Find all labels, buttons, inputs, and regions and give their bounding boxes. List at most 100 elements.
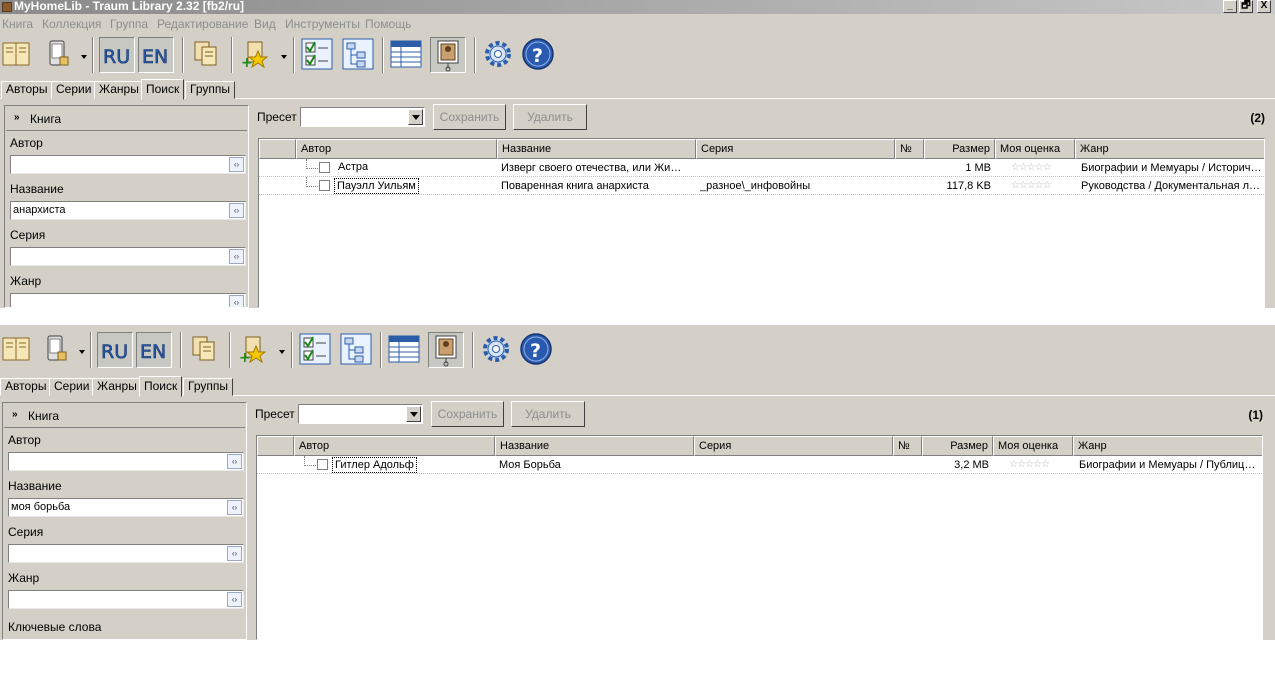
check-list-icon[interactable]	[300, 37, 336, 73]
tab-series[interactable]: Серии	[49, 378, 95, 396]
row-author: Астра	[338, 161, 369, 173]
en-language-icon[interactable]: EN	[136, 332, 172, 368]
settings-gear-icon[interactable]	[479, 332, 515, 368]
copy-icon[interactable]	[188, 332, 224, 368]
column-size[interactable]: Размер	[924, 139, 995, 159]
tab-search[interactable]: Поиск	[141, 79, 185, 100]
genre-field[interactable]: ‹›	[8, 590, 244, 609]
author-field[interactable]: ‹›	[8, 452, 244, 471]
tab-groups[interactable]: Группы	[183, 378, 233, 396]
column-size[interactable]: Размер	[922, 436, 993, 456]
help-icon[interactable]: ?	[519, 332, 555, 368]
rating-stars-icon[interactable]: ☆☆☆☆☆	[1009, 456, 1050, 474]
add-favorite-icon[interactable]: +	[238, 37, 274, 73]
menu-book[interactable]: Книга	[2, 17, 33, 31]
ru-language-icon[interactable]: RU	[97, 332, 133, 368]
save-button[interactable]: Сохранить	[431, 401, 504, 427]
tab-genres[interactable]: Жанры	[94, 81, 144, 99]
save-button[interactable]: Сохранить	[433, 104, 506, 130]
field-edit-icon[interactable]: ‹›	[229, 157, 244, 172]
tab-bar: Авторы Серии Жанры Поиск Группы	[0, 376, 1275, 397]
tab-search[interactable]: Поиск	[139, 376, 183, 397]
table-row[interactable]: Пауэлл Уильям Поваренная книга анархиста…	[259, 177, 1264, 195]
device-dropdown-icon[interactable]	[79, 350, 85, 354]
chevron-down-icon[interactable]	[408, 109, 423, 125]
settings-gear-icon[interactable]	[481, 37, 517, 73]
column-title[interactable]: Название	[497, 139, 696, 159]
tab-groups[interactable]: Группы	[185, 81, 235, 99]
column-rating[interactable]: Моя оценка	[993, 436, 1073, 456]
device-dropdown-icon[interactable]	[81, 55, 87, 59]
restore-button[interactable]: 🗗	[1239, 0, 1253, 13]
add-dropdown-icon[interactable]	[281, 55, 287, 59]
add-favorite-icon[interactable]: +	[236, 332, 272, 368]
tab-authors[interactable]: Авторы	[1, 81, 53, 99]
column-genre[interactable]: Жанр	[1073, 436, 1262, 456]
row-checkbox[interactable]	[319, 162, 330, 173]
en-language-icon[interactable]: EN	[138, 37, 174, 73]
row-genre: Руководства / Документальная л…	[1081, 180, 1261, 192]
title-field[interactable]: анархиста ‹›	[10, 201, 246, 220]
delete-button[interactable]: Удалить	[513, 104, 587, 130]
chevron-down-icon[interactable]	[406, 406, 421, 422]
author-field[interactable]: ‹›	[10, 155, 246, 174]
rating-stars-icon[interactable]: ☆☆☆☆☆	[1011, 159, 1052, 177]
copy-icon[interactable]	[190, 37, 226, 73]
field-edit-icon[interactable]: ‹›	[227, 592, 242, 607]
menu-edit[interactable]: Редактирование	[157, 17, 248, 31]
column-title[interactable]: Название	[495, 436, 694, 456]
table-view-icon[interactable]	[389, 37, 425, 73]
book-icon[interactable]	[0, 332, 36, 368]
field-edit-icon[interactable]: ‹›	[229, 295, 244, 307]
series-field[interactable]: ‹›	[8, 544, 244, 563]
table-row[interactable]: Астра Изверг своего отечества, или Жи… 1…	[259, 159, 1264, 177]
rating-stars-icon[interactable]: ☆☆☆☆☆	[1011, 177, 1052, 195]
minimize-button[interactable]: _	[1223, 0, 1237, 13]
ru-language-icon[interactable]: RU	[99, 37, 135, 73]
check-list-icon[interactable]	[298, 332, 334, 368]
column-number[interactable]: №	[895, 139, 924, 159]
delete-button[interactable]: Удалить	[511, 401, 585, 427]
column-rating[interactable]: Моя оценка	[995, 139, 1075, 159]
tab-series[interactable]: Серии	[51, 81, 97, 99]
field-edit-icon[interactable]: ‹›	[229, 203, 244, 218]
cover-view-icon[interactable]	[430, 37, 466, 73]
menu-group[interactable]: Группа	[110, 17, 148, 31]
device-icon[interactable]	[42, 332, 78, 368]
table-row[interactable]: Гитлер Адольф Моя Борьба 3,2 MB ☆☆☆☆☆ Би…	[257, 456, 1262, 474]
menu-collection[interactable]: Коллекция	[42, 17, 101, 31]
field-edit-icon[interactable]: ‹›	[227, 500, 242, 515]
preset-select[interactable]	[300, 107, 425, 127]
row-checkbox[interactable]	[319, 180, 330, 191]
field-edit-icon[interactable]: ‹›	[229, 249, 244, 264]
menu-help[interactable]: Помощь	[365, 17, 411, 31]
field-edit-icon[interactable]: ‹›	[227, 454, 242, 469]
title-field[interactable]: моя борьба ‹›	[8, 498, 244, 517]
cover-view-icon[interactable]	[428, 332, 464, 368]
tab-genres[interactable]: Жанры	[92, 378, 142, 396]
close-button[interactable]: X	[1257, 0, 1271, 13]
column-author[interactable]: Автор	[294, 436, 495, 456]
book-section-header[interactable]: » Книга	[4, 404, 245, 428]
tab-authors[interactable]: Авторы	[0, 378, 52, 396]
preset-select[interactable]	[298, 404, 423, 424]
book-section-header[interactable]: » Книга	[6, 107, 247, 131]
tree-view-icon[interactable]	[341, 37, 377, 73]
menu-tools[interactable]: Инструменты	[285, 17, 360, 31]
row-checkbox[interactable]	[317, 459, 328, 470]
field-edit-icon[interactable]: ‹›	[227, 546, 242, 561]
device-icon[interactable]	[44, 37, 80, 73]
help-icon[interactable]: ?	[521, 37, 557, 73]
menu-view[interactable]: Вид	[254, 17, 276, 31]
genre-field[interactable]: ‹›	[10, 293, 246, 307]
book-icon[interactable]	[0, 37, 36, 73]
series-field[interactable]: ‹›	[10, 247, 246, 266]
column-series[interactable]: Серия	[696, 139, 895, 159]
column-number[interactable]: №	[893, 436, 922, 456]
add-dropdown-icon[interactable]	[279, 350, 285, 354]
column-genre[interactable]: Жанр	[1075, 139, 1264, 159]
table-view-icon[interactable]	[387, 332, 423, 368]
column-author[interactable]: Автор	[296, 139, 497, 159]
column-series[interactable]: Серия	[694, 436, 893, 456]
tree-view-icon[interactable]	[339, 332, 375, 368]
